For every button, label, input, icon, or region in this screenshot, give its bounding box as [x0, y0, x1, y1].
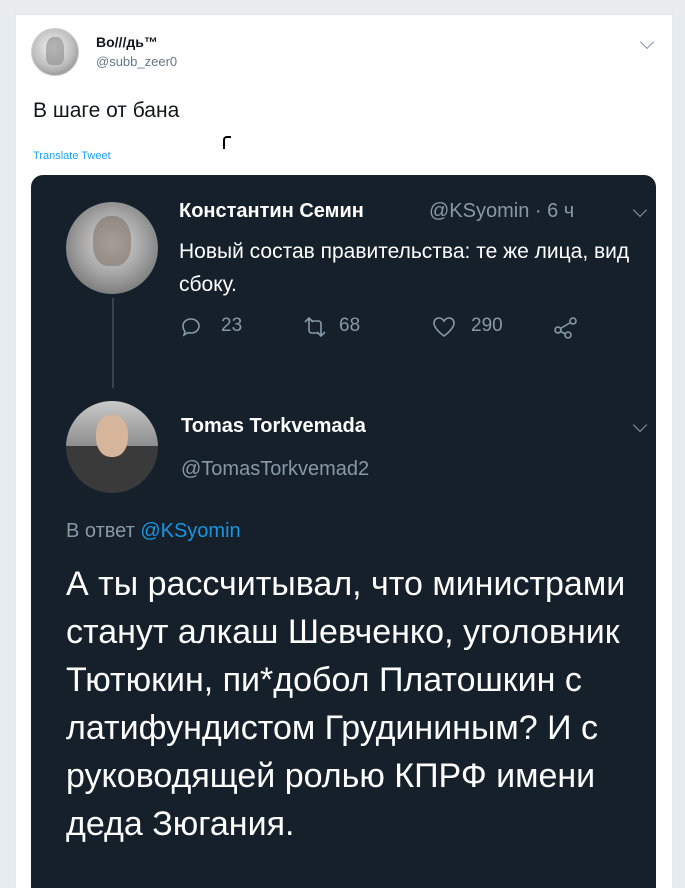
- thread-line: [112, 298, 114, 388]
- chevron-down-icon[interactable]: [639, 34, 655, 50]
- author-name[interactable]: Tomas Torkvemada: [181, 415, 366, 438]
- share-icon: [554, 317, 577, 339]
- user-handle[interactable]: @subb_zeer0: [96, 54, 177, 69]
- author-name[interactable]: Константин Семин: [179, 200, 364, 223]
- author-handle-time[interactable]: @KSyomin · 6 ч: [429, 200, 574, 223]
- reply-icon: [182, 318, 200, 337]
- reply-count: 23: [221, 315, 243, 336]
- reply-prefix: В ответ: [66, 520, 135, 542]
- avatar[interactable]: [66, 401, 158, 493]
- tweet-card: Во///дь™ @subb_zeer0 В шаге от бана Tran…: [15, 14, 673, 888]
- author-handle[interactable]: @TomasTorkvemad2: [181, 458, 369, 481]
- heart-icon: [433, 317, 455, 338]
- avatar[interactable]: [31, 28, 79, 76]
- retweet-count: 68: [339, 315, 361, 336]
- embedded-screenshot: Константин Семин @KSyomin · 6 ч Новый со…: [31, 175, 656, 888]
- display-name[interactable]: Во///дь™: [96, 34, 158, 50]
- cursor-icon: [223, 136, 231, 149]
- reply-mention-link[interactable]: @KSyomin: [140, 520, 240, 542]
- translate-tweet-link[interactable]: Translate Tweet: [33, 150, 111, 162]
- tweet-text: А ты рассчитывал, что министрами станут …: [66, 565, 626, 843]
- retweet-icon: [304, 316, 326, 338]
- tweet-text: Новый состав правительства: те же лица, …: [179, 240, 630, 296]
- like-count: 290: [471, 315, 503, 336]
- chevron-down-icon[interactable]: [632, 202, 648, 218]
- reply-context: В ответ @KSyomin: [66, 520, 241, 543]
- tweet-text: В шаге от бана: [33, 99, 180, 122]
- chevron-down-icon[interactable]: [632, 417, 648, 433]
- avatar[interactable]: [66, 202, 158, 294]
